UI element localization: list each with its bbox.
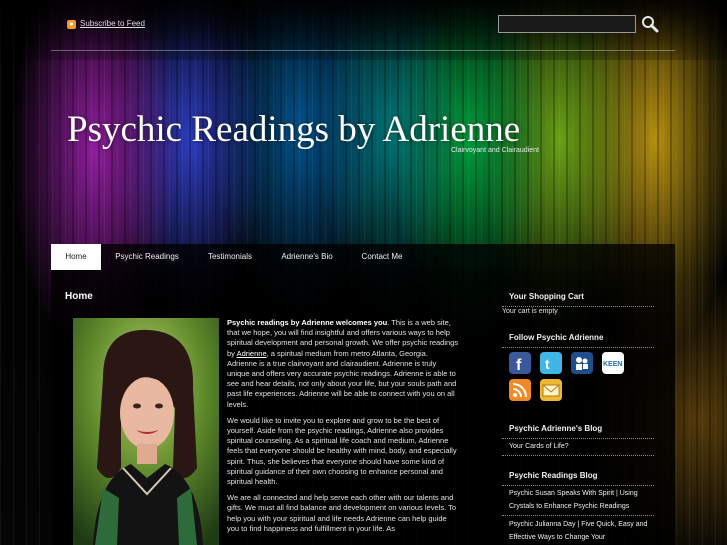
intro-text: Psychic readings by Adrienne welcomes yo… — [227, 318, 459, 540]
keen-icon[interactable]: KEEN — [602, 352, 624, 374]
svg-text:t: t — [545, 356, 550, 372]
subscribe-feed-link[interactable]: Subscribe to Feed — [80, 19, 145, 28]
rss-icon[interactable]: ● — [67, 20, 76, 29]
main-nav: Home Psychic Readings Testimonials Adrie… — [51, 244, 675, 270]
blog2-item[interactable]: Psychic Susan Speaks With Spirit | Using… — [509, 487, 659, 513]
facebook-icon[interactable]: f — [509, 352, 531, 374]
myspace-icon[interactable] — [571, 352, 593, 374]
blog1-item-divider — [502, 455, 654, 456]
site-title[interactable]: Psychic Readings by Adrienne — [67, 108, 520, 151]
nav-item-psychic-readings[interactable]: Psychic Readings — [111, 244, 183, 270]
paragraph-2: We would like to invite you to explore a… — [227, 415, 457, 487]
search-input[interactable] — [498, 15, 636, 33]
follow-heading: Follow Psychic Adrienne — [509, 333, 604, 342]
svg-text:KEEN: KEEN — [603, 361, 622, 368]
blog1-divider — [502, 438, 654, 439]
portrait-photo — [73, 318, 219, 545]
blog1-item[interactable]: Your Cards of Life? — [509, 440, 659, 453]
rss-feed-icon[interactable] — [509, 379, 531, 401]
site-tagline: Clairvoyant and Clairaudient — [451, 147, 539, 154]
nav-item-bio[interactable]: Adrienne's Bio — [278, 244, 336, 270]
cart-status: Your cart is empty — [502, 308, 558, 315]
blog1-heading: Psychic Adrienne's Blog — [509, 424, 603, 433]
blog2-item[interactable]: Psychic Julianna Day | Five Quick, Easy … — [509, 518, 659, 544]
cart-divider — [502, 306, 654, 307]
top-divider — [51, 50, 675, 51]
nav-item-home[interactable]: Home — [51, 244, 101, 270]
blog2-heading: Psychic Readings Blog — [509, 471, 598, 480]
adrienne-link[interactable]: Adrienne — [237, 349, 267, 358]
search-icon[interactable] — [641, 15, 659, 33]
svg-text:f: f — [516, 357, 522, 374]
email-icon[interactable] — [540, 379, 562, 401]
nav-item-contact[interactable]: Contact Me — [356, 244, 408, 270]
intro-bold: Psychic readings by Adrienne welcomes yo… — [227, 318, 388, 327]
cart-heading: Your Shopping Cart — [509, 292, 584, 301]
nav-item-testimonials[interactable]: Testimonials — [201, 244, 259, 270]
page-heading: Home — [65, 291, 93, 302]
blog2-divider — [502, 485, 654, 486]
blog2-item-divider — [502, 515, 654, 516]
twitter-icon[interactable]: t — [540, 352, 562, 374]
follow-divider — [502, 347, 654, 348]
paragraph-3: We are all connected and help serve each… — [227, 493, 457, 533]
intro-paragraph: Psychic readings by Adrienne welcomes yo… — [227, 318, 459, 410]
